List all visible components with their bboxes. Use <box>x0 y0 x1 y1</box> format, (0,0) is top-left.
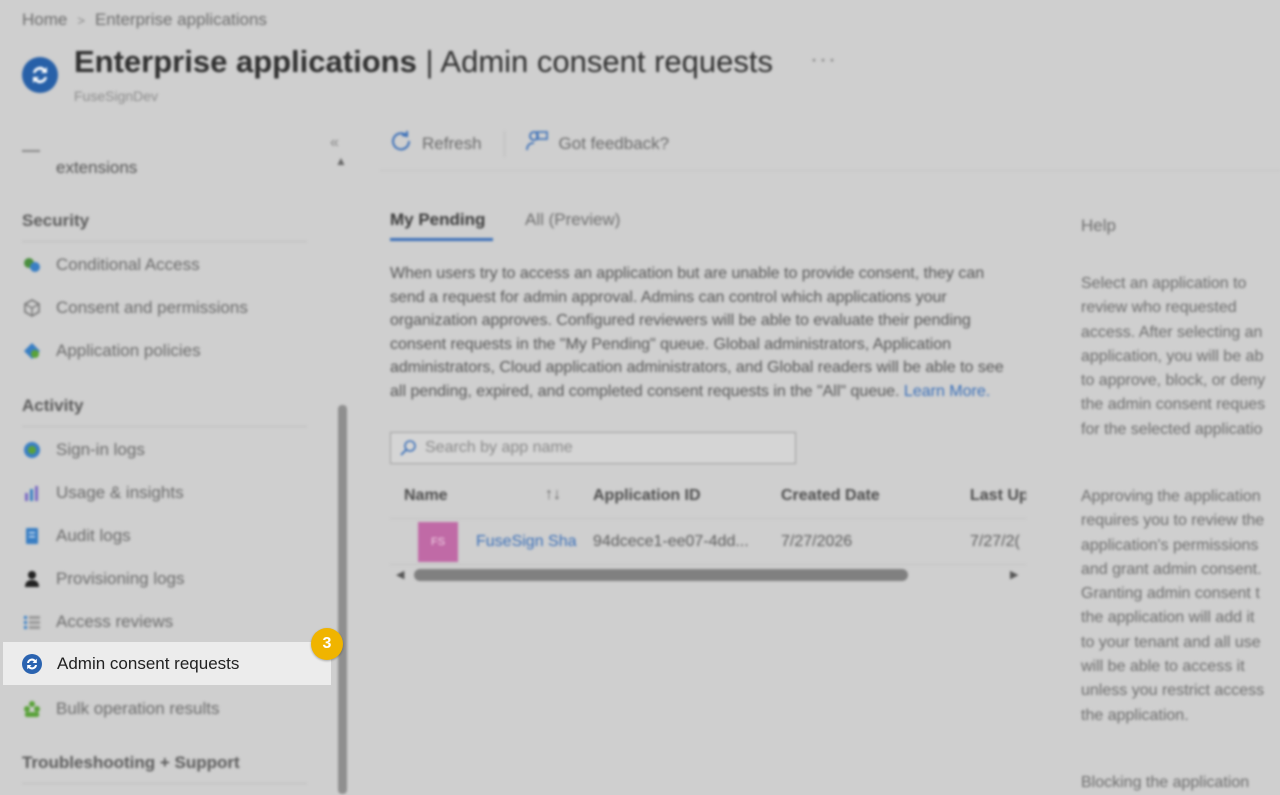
collapse-sidebar-icon[interactable]: « <box>330 134 339 152</box>
column-header-last-updated[interactable]: Last Up <box>970 487 1026 505</box>
column-header-created-date[interactable]: Created Date <box>781 487 880 505</box>
sidebar-item-label: Admin consent requests <box>57 653 240 673</box>
sidebar-item-provisioning-logs[interactable]: Provisioning logs <box>22 565 322 593</box>
breadcrumb: Home > Enterprise applications <box>22 10 267 30</box>
refresh-label: Refresh <box>422 133 482 153</box>
refresh-icon <box>390 130 412 157</box>
divider <box>380 170 1280 171</box>
search-input[interactable]: Search by app name <box>425 439 573 457</box>
sidebar-item-usage-insights[interactable]: Usage & insights <box>22 479 322 507</box>
sidebar-item-access-reviews[interactable]: Access reviews <box>22 608 322 636</box>
feedback-button[interactable]: Got feedback? <box>525 130 670 157</box>
bar-chart-icon <box>22 483 42 503</box>
section-heading-troubleshooting: Troubleshooting + Support <box>22 753 240 772</box>
search-icon <box>399 439 417 457</box>
divider <box>503 130 505 157</box>
cube-icon <box>22 298 42 318</box>
sidebar-item-label: Consent and permissions <box>56 298 248 317</box>
user-icon <box>22 569 42 589</box>
table-cell-app-id: 94dcece1-ee07-4dd... <box>593 533 749 550</box>
search-box[interactable]: Search by app name <box>390 432 796 464</box>
section-heading-activity: Activity <box>22 396 84 415</box>
section-heading-security: Security <box>22 211 90 230</box>
feedback-icon <box>525 130 549 157</box>
sidebar-item-application-policies[interactable]: Application policies <box>22 337 322 365</box>
chevron-right-icon: > <box>77 12 85 28</box>
sidebar-item-label: Provisioning logs <box>56 569 185 588</box>
admin-consent-icon <box>22 57 58 93</box>
sidebar-item-label: Bulk operation results <box>56 699 220 718</box>
table-cell-created-date: 7/27/2026 <box>781 533 853 550</box>
toolbar: Refresh Got feedback? <box>390 130 669 157</box>
breadcrumb-home[interactable]: Home <box>22 10 67 30</box>
description-text: When users try to access an application … <box>390 265 1004 400</box>
sidebar-item-label: Audit logs <box>56 526 131 545</box>
divider <box>22 241 307 242</box>
sidebar-item-label: Conditional Access <box>56 255 200 274</box>
sidebar-item-label: Sign-in logs <box>56 440 145 459</box>
sort-icon[interactable]: ↑↓ <box>545 486 561 504</box>
divider <box>22 426 307 427</box>
page-title: Enterprise applications | Admin consent … <box>74 44 773 79</box>
app-name-link[interactable]: FuseSign Sha <box>476 533 578 551</box>
sidebar-item-extensions[interactable]: extensions <box>56 158 137 178</box>
sidebar-item-conditional-access[interactable]: Conditional Access <box>22 251 322 279</box>
sidebar-item-bulk-operation-results[interactable]: Bulk operation results <box>22 695 322 723</box>
help-paragraph: Blocking the application <box>1081 774 1250 791</box>
sidebar-item-label: Access reviews <box>56 612 174 631</box>
divider <box>390 518 1026 519</box>
description: When users try to access an application … <box>390 262 1020 403</box>
scroll-left-arrow-icon[interactable]: ◀ <box>396 568 404 581</box>
sidebar-item-admin-consent-requests[interactable]: Admin consent requests <box>3 642 331 685</box>
policy-icon <box>22 341 42 361</box>
sidebar-item-consent-permissions[interactable]: Consent and permissions <box>22 294 322 322</box>
sign-in-logs-icon <box>22 440 42 460</box>
help-paragraph: Select an application to review who requ… <box>1081 275 1266 438</box>
scroll-right-arrow-icon[interactable]: ▶ <box>1010 568 1018 581</box>
conditional-access-icon <box>22 255 42 275</box>
active-tab-indicator <box>390 238 493 241</box>
divider <box>22 783 307 784</box>
tenant-name: FuseSignDev <box>74 88 159 104</box>
breadcrumb-current[interactable]: Enterprise applications <box>95 10 267 30</box>
sidebar-item-label: Usage & insights <box>56 483 184 502</box>
feedback-label: Got feedback? <box>558 133 670 153</box>
admin-consent-icon <box>21 653 43 675</box>
refresh-button[interactable]: Refresh <box>390 130 482 157</box>
sidebar-item-audit-logs[interactable]: Audit logs <box>22 522 322 550</box>
tab-all-preview[interactable]: All (Preview) <box>525 210 620 230</box>
table-horizontal-scrollbar[interactable] <box>414 569 908 581</box>
learn-more-link[interactable]: Learn More. <box>904 383 990 400</box>
tab-my-pending[interactable]: My Pending <box>390 210 485 230</box>
divider <box>390 564 1026 565</box>
table-cell-last-updated: 7/27/2( <box>970 533 1020 550</box>
ellipsis-icon[interactable]: ··· <box>810 46 837 74</box>
audit-log-icon <box>22 526 42 546</box>
column-header-name[interactable]: Name <box>404 487 448 505</box>
help-paragraph: Approving the application requires you t… <box>1081 488 1265 724</box>
users-group-icon <box>22 699 42 719</box>
scroll-up-arrow-icon[interactable]: ▲ <box>335 154 347 168</box>
divider <box>22 150 40 152</box>
sidebar-scrollbar[interactable] <box>338 405 347 794</box>
sidebar-item-sign-in-logs[interactable]: Sign-in logs <box>22 436 322 464</box>
app-avatar: FS <box>418 522 458 562</box>
help-title: Help <box>1081 216 1116 235</box>
step-badge: 3 <box>311 628 343 660</box>
column-header-app-id[interactable]: Application ID <box>593 487 701 505</box>
sidebar-item-label: Application policies <box>56 341 201 360</box>
list-icon <box>22 612 42 632</box>
